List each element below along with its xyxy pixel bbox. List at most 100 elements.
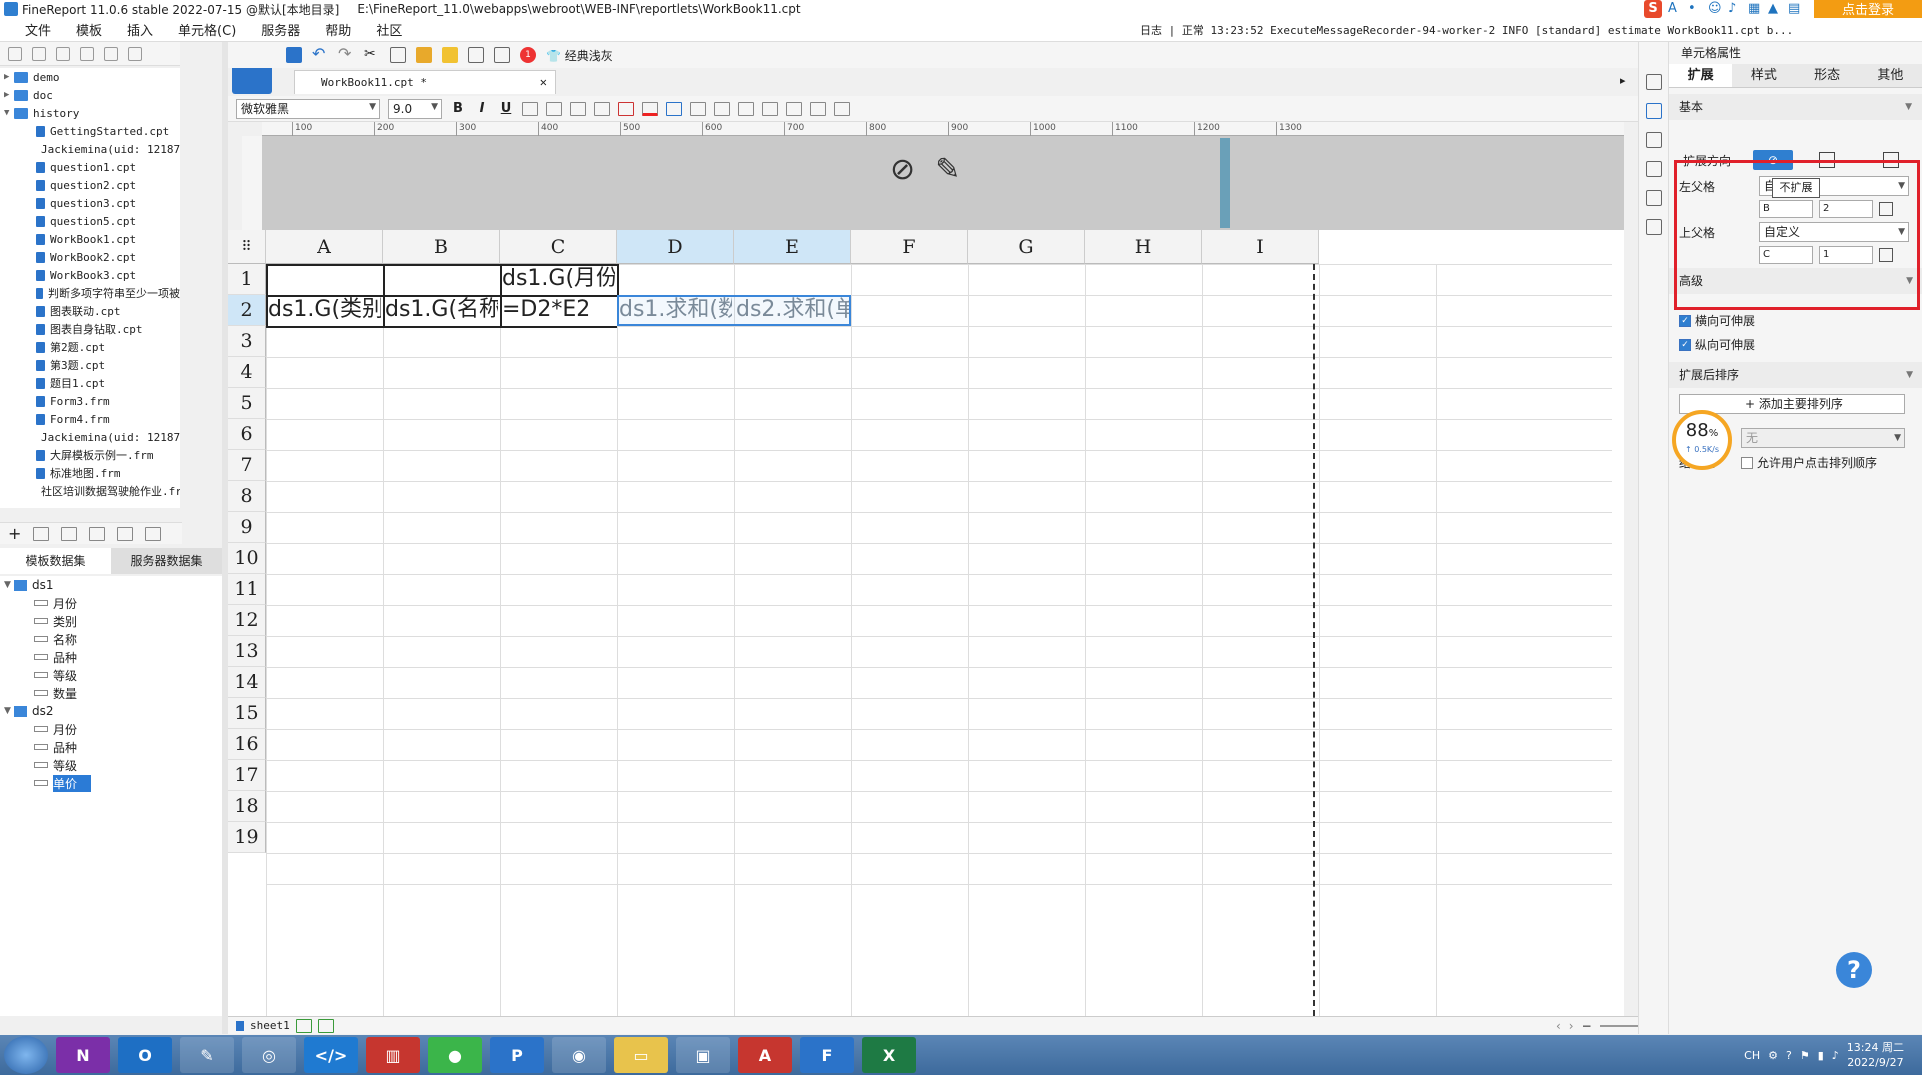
tree-folder[interactable]: ▼ history [0, 104, 180, 122]
parallels-icon[interactable]: P [490, 1037, 544, 1073]
row-header-5[interactable]: 5 [228, 388, 266, 419]
column-header-d[interactable]: D [617, 230, 734, 264]
tree-file[interactable]: Form3.frm [0, 392, 180, 410]
report-app-icon[interactable]: ▥ [366, 1037, 420, 1073]
row-header-12[interactable]: 12 [228, 605, 266, 636]
section-basic[interactable]: 基本 ▼ [1669, 94, 1922, 120]
cell-c2[interactable]: =D2*E2 [500, 292, 615, 328]
sogou-icon[interactable]: S [1644, 0, 1662, 18]
undo-icon[interactable]: ↶ [312, 46, 328, 63]
tree-folder[interactable]: ▶ doc [0, 86, 180, 104]
help-tray-icon[interactable]: ? [1786, 1049, 1792, 1062]
open-icon[interactable] [56, 46, 70, 61]
log-pane[interactable]: 日志 | 正常 13:23:52 ExecuteMessageRecorder-… [1140, 22, 1793, 38]
tree-file[interactable]: Jackiemina(uid: 1218733) [0, 140, 180, 158]
copy-icon[interactable] [390, 47, 406, 63]
style-theme-button[interactable]: 👕 经典浅灰 [546, 47, 613, 64]
onenote-icon[interactable]: N [56, 1037, 110, 1073]
dataset-field[interactable]: 等级 [0, 756, 222, 774]
menu-cell[interactable]: 单元格(C) [178, 20, 236, 39]
vscode-icon[interactable]: </> [304, 1037, 358, 1073]
align-center-icon[interactable] [546, 101, 562, 116]
underline-button[interactable]: U [498, 101, 514, 116]
chrome-icon[interactable]: ◉ [552, 1037, 606, 1073]
start-button[interactable] [4, 1036, 48, 1074]
network-icon[interactable]: ▮ [1818, 1049, 1824, 1062]
tab-template-dataset[interactable]: 模板数据集 [0, 548, 111, 574]
tree-file[interactable]: 图表联动.cpt [0, 302, 180, 320]
insert-chart-icon[interactable] [762, 101, 778, 116]
skin-icon[interactable]: ▲ [1768, 2, 1782, 16]
mic-icon[interactable]: ♪ [1728, 2, 1742, 16]
excel-icon[interactable]: X [862, 1037, 916, 1073]
acrobat-icon[interactable]: A [738, 1037, 792, 1073]
menu-server[interactable]: 服务器 [261, 20, 300, 39]
fill-color-icon[interactable] [618, 101, 634, 116]
tab-style[interactable]: 样式 [1732, 64, 1796, 87]
cell-b2[interactable]: ds1.G(名称) [383, 292, 498, 328]
vertical-stretch-checkbox[interactable]: ✓ 纵向可伸展 [1679, 336, 1755, 353]
menu-file[interactable]: 文件 [25, 20, 51, 39]
add-poly-sheet-icon[interactable] [317, 1018, 334, 1033]
tab-other[interactable]: 其他 [1858, 64, 1922, 87]
terminal-icon[interactable]: ▣ [676, 1037, 730, 1073]
tree-file[interactable]: WorkBook3.cpt [0, 266, 180, 284]
delete-icon[interactable] [104, 46, 118, 61]
ime-tray-icon[interactable]: ⚙ [1768, 1049, 1778, 1062]
refresh-icon[interactable] [32, 46, 46, 61]
row-header-3[interactable]: 3 [228, 326, 266, 357]
header-divider[interactable] [1220, 138, 1230, 228]
row-header-1[interactable]: 1 [228, 264, 266, 295]
column-header-a[interactable]: A [266, 230, 383, 264]
hyperlink-icon[interactable] [1645, 219, 1662, 235]
sort-select[interactable]: 无 ▼ [1741, 428, 1905, 448]
flag-icon[interactable]: ⚑ [1800, 1049, 1810, 1062]
insert-image-icon[interactable] [786, 101, 802, 116]
volume-icon[interactable]: ♪ [1832, 1049, 1839, 1062]
row-header-13[interactable]: 13 [228, 636, 266, 667]
widget-icon[interactable] [1645, 161, 1662, 177]
row-header-17[interactable]: 17 [228, 760, 266, 791]
language-indicator[interactable]: CH [1744, 1049, 1760, 1062]
column-header-g[interactable]: G [968, 230, 1085, 264]
tree-file[interactable]: question5.cpt [0, 212, 180, 230]
template-params-icon[interactable] [468, 47, 484, 63]
spreadsheet-grid[interactable]: ⠿ A B C D E F G H I 1 2 3 4 5 6 7 8 9 10 11 12 13 14 15 16 17 18 19… [228, 230, 1624, 1016]
tools-icon[interactable]: ▤ [1788, 2, 1802, 16]
section-sort[interactable]: 扩展后排序 ▼ [1669, 362, 1922, 388]
dataset-field[interactable]: 数量 [0, 684, 222, 702]
tree-file[interactable]: 图表自身钻取.cpt [0, 320, 180, 338]
outlook-icon[interactable]: O [118, 1037, 172, 1073]
dataset-field[interactable]: 名称 [0, 630, 222, 648]
help-button[interactable]: ? [1836, 952, 1872, 988]
hide-eye-icon[interactable]: ⊘ [890, 152, 915, 187]
browser-swirl-icon[interactable]: ◎ [242, 1037, 296, 1073]
emoji-icon[interactable]: ☺ [1708, 2, 1722, 16]
dataset-field[interactable]: 单价 [0, 774, 222, 792]
tree-file[interactable]: 第3题.cpt [0, 356, 180, 374]
bold-button[interactable]: B [450, 101, 466, 116]
tree-file[interactable]: GettingStarted.cpt [0, 122, 180, 140]
ime-toolbar[interactable]: S A • ☺ ♪ ▦ ▲ ▤ [1644, 0, 1802, 18]
column-header-e[interactable]: E [734, 230, 851, 264]
notification-icon[interactable]: 1 [520, 47, 536, 63]
menu-help[interactable]: 帮助 [325, 20, 351, 39]
tree-file[interactable]: WorkBook1.cpt [0, 230, 180, 248]
copy-icon[interactable] [128, 46, 142, 61]
dataset-field[interactable]: 品种 [0, 738, 222, 756]
allow-user-sort-checkbox[interactable]: 允许用户点击排列顺序 [1741, 454, 1877, 471]
cell-d2[interactable]: ds1.求和(数 [617, 292, 732, 328]
chevron-down-icon[interactable]: ▼ [4, 108, 14, 118]
add-dataset-icon[interactable]: + [8, 524, 21, 543]
log-label[interactable]: 日志 [1140, 24, 1162, 37]
tool-icon[interactable]: ✎ [180, 1037, 234, 1073]
tree-file[interactable]: 题目1.cpt [0, 374, 180, 392]
rename-icon[interactable] [80, 46, 94, 61]
redo-icon[interactable]: ↷ [338, 46, 354, 63]
row-header-2[interactable]: 2 [228, 295, 266, 326]
column-header-c[interactable]: C [500, 230, 617, 264]
edit-pencil-icon[interactable]: ✎ [935, 152, 960, 187]
delete-dataset-icon[interactable] [61, 526, 78, 541]
merge-cells-icon[interactable] [690, 101, 706, 116]
tree-file[interactable]: question3.cpt [0, 194, 180, 212]
